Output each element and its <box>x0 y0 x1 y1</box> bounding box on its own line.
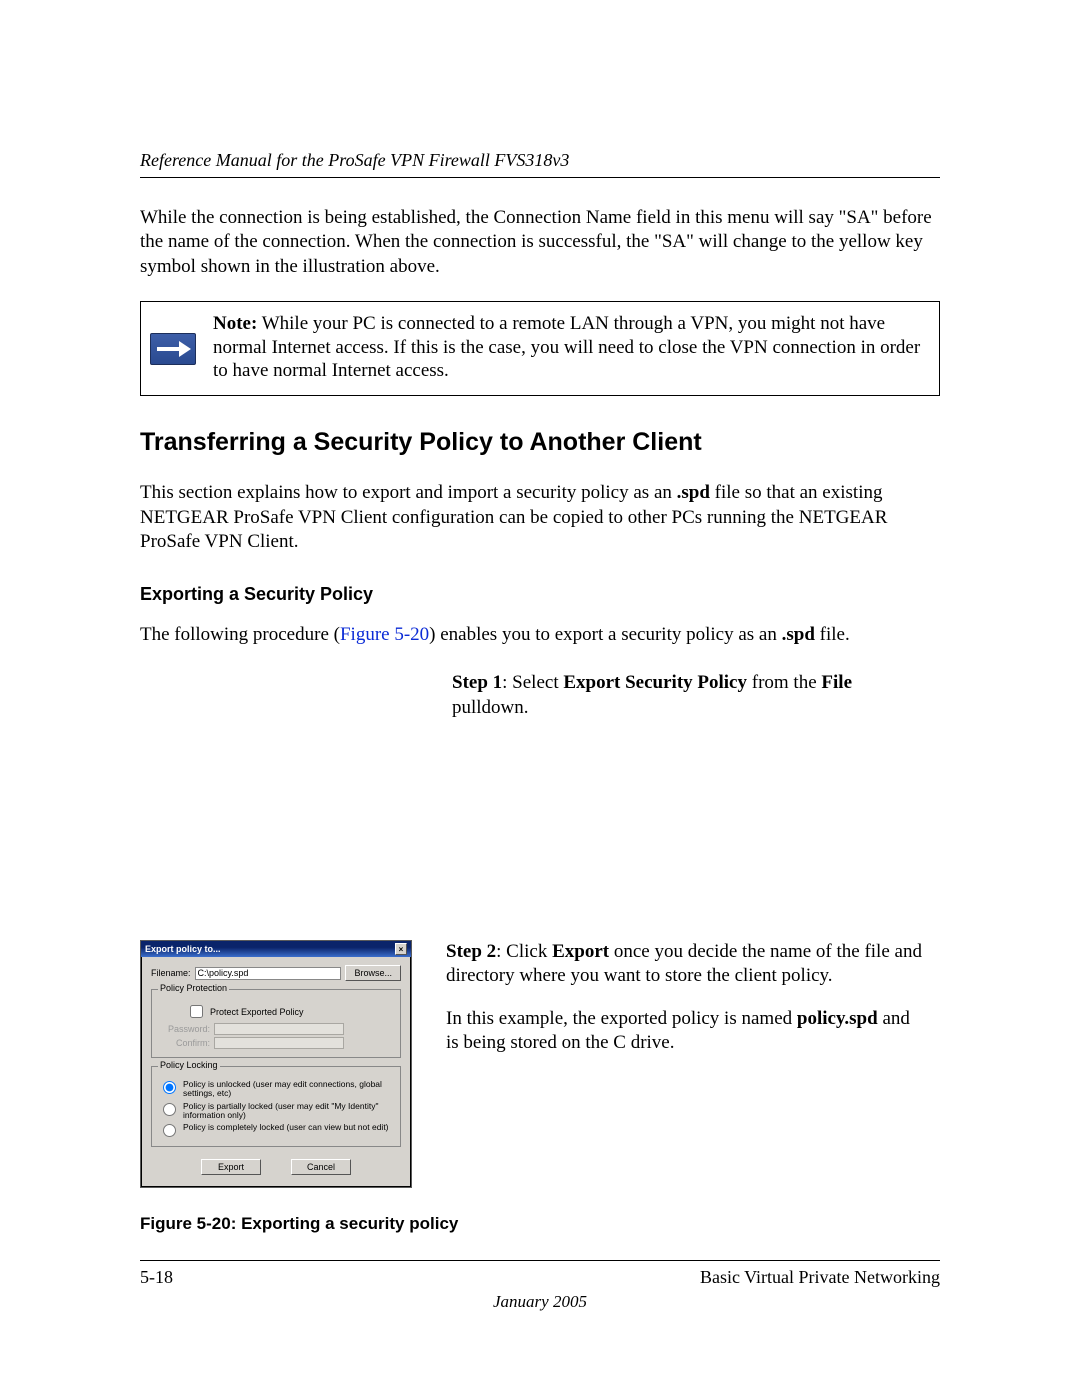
note-box: Note: While your PC is connected to a re… <box>140 301 940 396</box>
policy-locking-group: Policy Locking Policy is unlocked (user … <box>151 1066 401 1147</box>
footer-date: January 2005 <box>140 1292 940 1312</box>
dialog-footer: Export Cancel <box>151 1155 401 1177</box>
cancel-button[interactable]: Cancel <box>291 1159 351 1175</box>
note-text: Note: While your PC is connected to a re… <box>205 302 939 395</box>
radio-unlocked[interactable] <box>163 1081 176 1094</box>
radio-unlocked-row: Policy is unlocked (user may edit connec… <box>158 1080 394 1099</box>
figure-row: Export policy to... × Filename: Browse..… <box>140 940 940 1188</box>
chapter-title: Basic Virtual Private Networking <box>700 1267 940 1288</box>
intro-paragraph: While the connection is being establishe… <box>140 206 940 279</box>
arrow-right-icon <box>150 333 196 365</box>
confirm-row: Confirm: <box>164 1037 394 1049</box>
policy-protection-group: Policy Protection Protect Exported Polic… <box>151 989 401 1058</box>
page-number: 5-18 <box>140 1267 173 1288</box>
step2-text: Step 2: Click Export once you decide the… <box>446 940 926 1188</box>
step1-text: Step 1: Select Export Security Policy fr… <box>452 671 852 720</box>
note-body: While your PC is connected to a remote L… <box>213 313 920 382</box>
filename-input[interactable] <box>195 967 342 980</box>
exporting-paragraph: The following procedure (Figure 5-20) en… <box>140 623 940 647</box>
figure-caption: Figure 5-20: Exporting a security policy <box>140 1214 940 1234</box>
protect-exported-label: Protect Exported Policy <box>210 1007 304 1017</box>
filename-label: Filename: <box>151 968 191 978</box>
radio-partial-label: Policy is partially locked (user may edi… <box>183 1102 394 1121</box>
radio-unlocked-label: Policy is unlocked (user may edit connec… <box>183 1080 394 1099</box>
page-footer: 5-18 Basic Virtual Private Networking Ja… <box>140 1260 940 1312</box>
note-label: Note: <box>213 313 257 334</box>
filename-row: Filename: Browse... <box>151 965 401 981</box>
export-button[interactable]: Export <box>201 1159 261 1175</box>
confirm-label: Confirm: <box>164 1038 210 1048</box>
footer-rule <box>140 1260 940 1261</box>
document-page: Reference Manual for the ProSafe VPN Fir… <box>0 0 1080 1397</box>
radio-complete-label: Policy is completely locked (user can vi… <box>183 1123 389 1132</box>
exporting-subheading: Exporting a Security Policy <box>140 584 940 605</box>
radio-complete-row: Policy is completely locked (user can vi… <box>158 1123 394 1137</box>
radio-complete[interactable] <box>163 1124 176 1137</box>
password-label: Password: <box>164 1024 210 1034</box>
browse-button[interactable]: Browse... <box>345 965 401 981</box>
dialog-title: Export policy to... <box>145 944 221 954</box>
confirm-input <box>214 1037 344 1049</box>
protect-checkbox-row: Protect Exported Policy <box>186 1002 394 1021</box>
header-rule <box>140 177 940 178</box>
running-header: Reference Manual for the ProSafe VPN Fir… <box>140 150 940 171</box>
protect-exported-checkbox[interactable] <box>190 1005 203 1018</box>
radio-partial-row: Policy is partially locked (user may edi… <box>158 1102 394 1121</box>
export-policy-dialog: Export policy to... × Filename: Browse..… <box>140 940 412 1188</box>
figure-reference-link[interactable]: Figure 5-20 <box>340 624 429 645</box>
note-icon-cell <box>141 302 205 395</box>
password-row: Password: <box>164 1023 394 1035</box>
dialog-titlebar: Export policy to... × <box>141 941 411 957</box>
close-icon[interactable]: × <box>395 943 407 955</box>
section-paragraph: This section explains how to export and … <box>140 481 940 554</box>
policy-locking-legend: Policy Locking <box>158 1060 220 1070</box>
radio-partial[interactable] <box>163 1103 176 1116</box>
policy-protection-legend: Policy Protection <box>158 983 229 993</box>
step1-row: Step 1: Select Export Security Policy fr… <box>140 671 940 720</box>
section-heading: Transferring a Security Policy to Anothe… <box>140 428 940 457</box>
password-input <box>214 1023 344 1035</box>
